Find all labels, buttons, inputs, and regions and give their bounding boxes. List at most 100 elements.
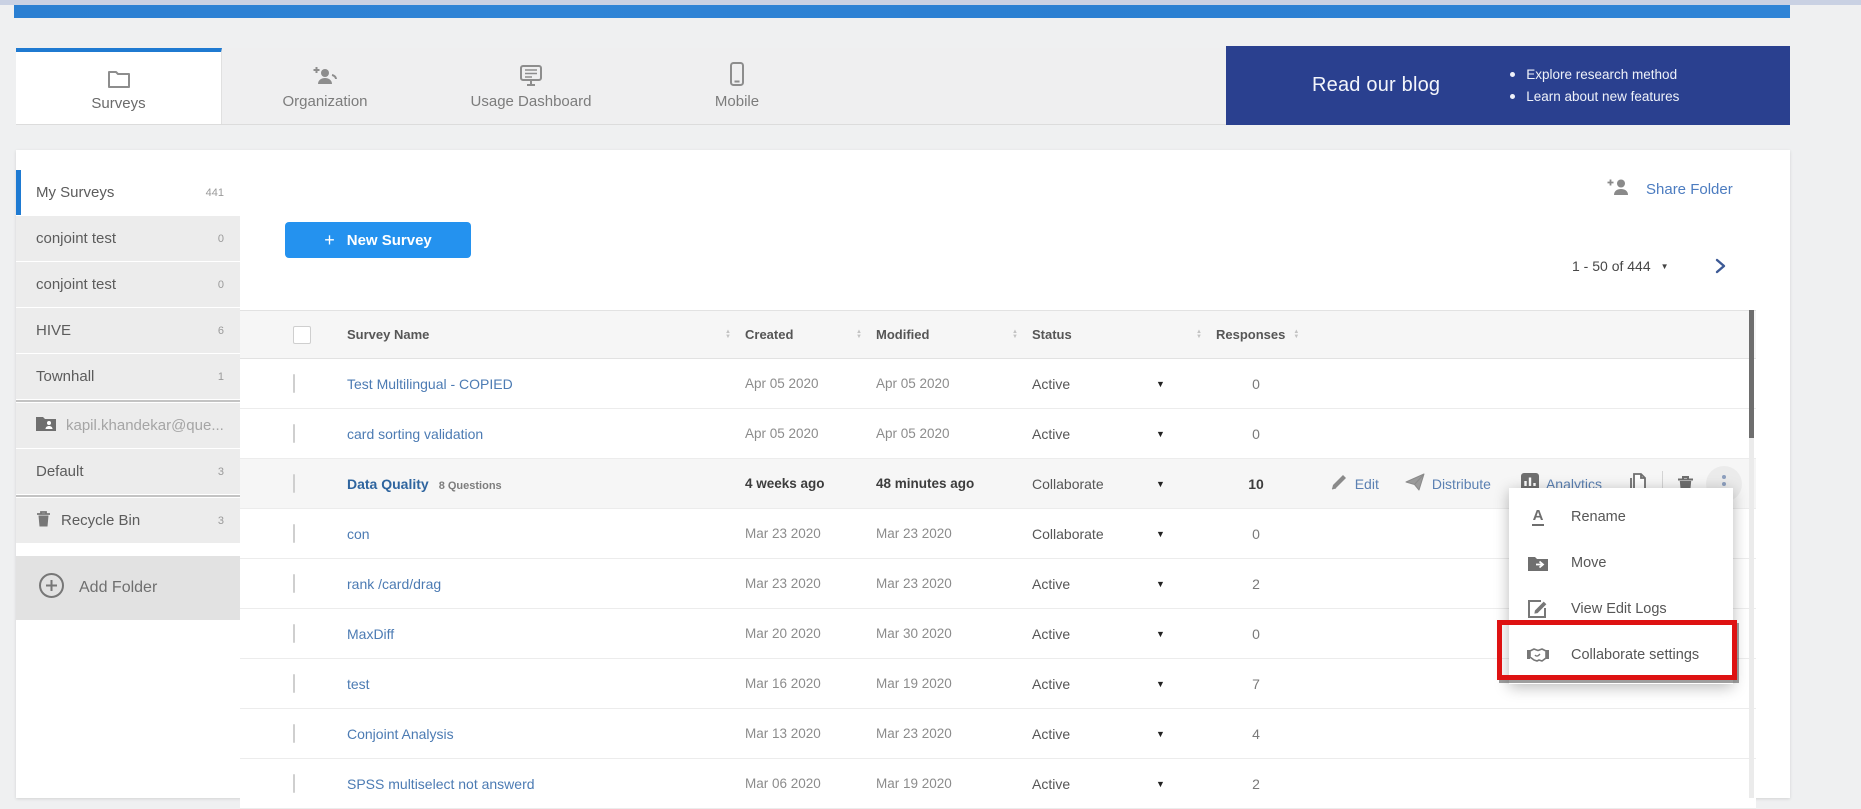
banner-bullet: Explore research method xyxy=(1510,67,1679,82)
row-checkbox[interactable] xyxy=(293,624,295,643)
status-dropdown-caret[interactable]: ▼ xyxy=(1156,529,1216,539)
dashboard-icon xyxy=(518,62,544,86)
modified-cell: Mar 23 2020 xyxy=(876,726,1032,741)
new-survey-button[interactable]: + New Survey xyxy=(285,222,471,258)
survey-name-link[interactable]: con xyxy=(347,526,745,542)
survey-name-link[interactable]: SPSS multiselect not answerd xyxy=(347,776,745,792)
status-cell: Collaborate xyxy=(1032,476,1156,492)
sidebar-item-hive[interactable]: HIVE 6 xyxy=(16,308,240,353)
folder-count: 3 xyxy=(218,466,224,478)
sort-icon[interactable]: ▲▼ xyxy=(1196,330,1202,340)
distribute-button[interactable]: Distribute xyxy=(1405,473,1491,496)
responses-cell: 4 xyxy=(1216,726,1296,742)
sidebar-item-my-surveys[interactable]: My Surveys 441 xyxy=(16,170,240,215)
table-row[interactable]: SPSS multiselect not answerd Mar 06 2020… xyxy=(240,759,1756,809)
header-status[interactable]: Status▲▼ xyxy=(1032,327,1216,342)
row-checkbox[interactable] xyxy=(293,374,295,393)
status-dropdown-caret[interactable]: ▼ xyxy=(1156,429,1216,439)
pencil-icon xyxy=(1330,473,1348,496)
menu-item-rename[interactable]: A Rename xyxy=(1509,494,1733,540)
table-row[interactable]: Conjoint Analysis Mar 13 2020 Mar 23 202… xyxy=(240,709,1756,759)
created-cell: 4 weeks ago xyxy=(745,476,876,491)
banner-title[interactable]: Read our blog xyxy=(1312,74,1440,97)
sort-icon[interactable]: ▲▼ xyxy=(1012,330,1018,340)
survey-name-link[interactable]: rank /card/drag xyxy=(347,576,745,592)
survey-name-link[interactable]: card sorting validation xyxy=(347,426,745,442)
modified-cell: Mar 19 2020 xyxy=(876,676,1032,691)
status-dropdown-caret[interactable]: ▼ xyxy=(1156,679,1216,689)
status-dropdown-caret[interactable]: ▼ xyxy=(1156,479,1216,489)
menu-item-move[interactable]: Move xyxy=(1509,540,1733,586)
next-page-button[interactable] xyxy=(1713,258,1727,274)
sort-icon[interactable]: ▲▼ xyxy=(856,330,862,340)
tab-organization[interactable]: Organization xyxy=(222,48,428,124)
folders-sidebar: My Surveys 441 conjoint test 0 conjoint … xyxy=(16,170,240,620)
table-row[interactable]: card sorting validation Apr 05 2020 Apr … xyxy=(240,409,1756,459)
table-scrollbar-track[interactable] xyxy=(1749,310,1754,798)
row-checkbox[interactable] xyxy=(293,474,295,493)
header-created[interactable]: Created▲▼ xyxy=(745,327,876,342)
status-dropdown-caret[interactable]: ▼ xyxy=(1156,579,1216,589)
status-cell: Active xyxy=(1032,576,1156,592)
survey-name-link[interactable]: Conjoint Analysis xyxy=(347,726,745,742)
row-checkbox[interactable] xyxy=(293,524,295,543)
folder-count: 6 xyxy=(218,325,224,337)
sort-icon[interactable]: ▲▼ xyxy=(1293,330,1299,340)
status-dropdown-caret[interactable]: ▼ xyxy=(1156,629,1216,639)
tab-usage-dashboard[interactable]: Usage Dashboard xyxy=(428,48,634,124)
sidebar-item-kapil-khandekar-que-[interactable]: kapil.khandekar@que... xyxy=(16,403,240,448)
table-scrollbar-thumb[interactable] xyxy=(1749,310,1754,438)
top-navigation-bar xyxy=(14,5,1790,18)
edit-button[interactable]: Edit xyxy=(1330,473,1379,496)
tab-mobile[interactable]: Mobile xyxy=(634,48,840,124)
people-add-icon xyxy=(311,62,339,86)
responses-cell: 0 xyxy=(1216,426,1296,442)
select-all-cell xyxy=(293,326,347,344)
shared-folder-icon xyxy=(36,416,56,435)
pagination-range[interactable]: 1 - 50 of 444 xyxy=(1572,258,1651,274)
plus-circle-icon xyxy=(38,572,65,604)
sort-icon[interactable]: ▲▼ xyxy=(725,330,731,340)
survey-name-link[interactable]: Test Multilingual - COPIED xyxy=(347,376,745,392)
created-cell: Mar 06 2020 xyxy=(745,776,876,791)
sidebar-item-conjoint-test[interactable]: conjoint test 0 xyxy=(16,262,240,307)
sidebar-item-recycle-bin[interactable]: Recycle Bin 3 xyxy=(16,498,240,543)
sidebar-divider xyxy=(16,400,240,402)
table-row[interactable]: Test Multilingual - COPIED Apr 05 2020 A… xyxy=(240,359,1756,409)
status-dropdown-caret[interactable]: ▼ xyxy=(1156,379,1216,389)
tab-surveys[interactable]: Surveys xyxy=(16,48,222,124)
row-checkbox[interactable] xyxy=(293,574,295,593)
main-content-card: My Surveys 441 conjoint test 0 conjoint … xyxy=(16,150,1790,798)
bullet-dot-icon xyxy=(1510,72,1515,77)
survey-name-link[interactable]: test xyxy=(347,676,745,692)
sidebar-item-conjoint-test[interactable]: conjoint test 0 xyxy=(16,216,240,261)
tab-label: Usage Dashboard xyxy=(471,93,592,110)
menu-item-collaborate-settings[interactable]: Collaborate settings xyxy=(1509,632,1733,678)
pagination: 1 - 50 of 444 ▼ xyxy=(1572,258,1727,274)
share-folder-button[interactable]: Share Folder xyxy=(1606,178,1733,201)
add-folder-button[interactable]: Add Folder xyxy=(16,556,240,620)
menu-item-view-edit-logs[interactable]: View Edit Logs xyxy=(1509,586,1733,632)
surveys-dashboard-page: { "colors": { "accent_blue": "#2492ef", … xyxy=(0,0,1861,798)
row-checkbox[interactable] xyxy=(293,674,295,693)
row-checkbox[interactable] xyxy=(293,424,295,443)
row-checkbox[interactable] xyxy=(293,724,295,743)
survey-name-link[interactable]: Data Quality8 Questions xyxy=(347,476,745,492)
bullet-dot-icon xyxy=(1510,94,1515,99)
status-cell: Collaborate xyxy=(1032,526,1156,542)
row-context-menu: A Rename Move View Edit Logs Collaborate… xyxy=(1509,488,1733,684)
header-modified[interactable]: Modified▲▼ xyxy=(876,327,1032,342)
folder-count: 0 xyxy=(218,233,224,245)
status-dropdown-caret[interactable]: ▼ xyxy=(1156,779,1216,789)
edit-logs-icon xyxy=(1525,599,1551,619)
select-all-checkbox[interactable] xyxy=(293,326,311,344)
survey-name-link[interactable]: MaxDiff xyxy=(347,626,745,642)
blog-banner[interactable]: Read our blog Explore research method Le… xyxy=(1226,46,1790,125)
sidebar-item-default[interactable]: Default 3 xyxy=(16,449,240,494)
pagination-caret-icon[interactable]: ▼ xyxy=(1661,262,1669,271)
status-dropdown-caret[interactable]: ▼ xyxy=(1156,729,1216,739)
header-survey-name[interactable]: Survey Name▲▼ xyxy=(347,327,745,342)
sidebar-item-townhall[interactable]: Townhall 1 xyxy=(16,354,240,399)
header-responses[interactable]: Responses▲▼ xyxy=(1216,327,1336,342)
row-checkbox[interactable] xyxy=(293,774,295,793)
